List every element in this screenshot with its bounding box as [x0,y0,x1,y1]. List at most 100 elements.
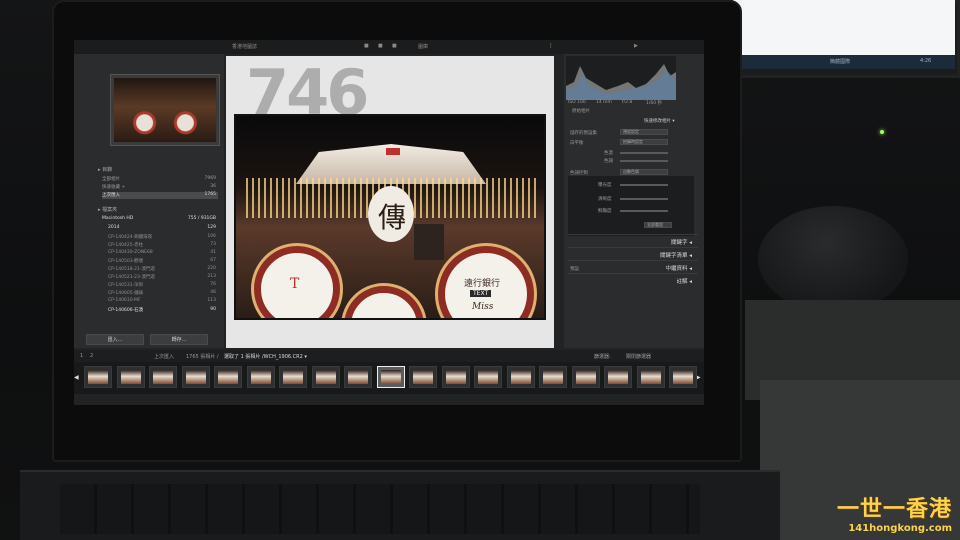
folder-row[interactable]: 2014 129 [108,225,218,232]
page-1[interactable]: 1 [80,353,83,359]
main-photo[interactable]: 傳 T 遠行銀行 TEXT Miss [234,114,546,320]
tint-control[interactable] [620,160,668,162]
navigator-preview[interactable] [110,74,220,146]
watermark: 一世一香港 141hongkong.com [837,491,952,534]
photo-right-circle-text: 遠行銀行 [464,279,501,289]
filmstrip-thumb[interactable] [214,366,242,388]
temp-control[interactable] [620,152,668,154]
filmstrip-thumb[interactable] [246,366,275,388]
navigator-image [114,78,216,142]
folder-row[interactable]: CP-140430-ZONE68 41 [108,250,218,257]
histogram[interactable] [566,56,676,100]
drive-row[interactable]: Macintosh HD 755 / 931GB [102,216,218,223]
thumb-image [120,370,141,384]
thumb-image [413,370,433,384]
white-balance-select[interactable]: 拍攝時設定 [620,139,668,145]
section-divider [568,247,698,248]
filmstrip-left-arrow[interactable]: ◀ [74,374,79,381]
module-more[interactable]: ▶ [634,43,638,49]
catalog-item[interactable]: 全部相片 7969 [102,176,218,183]
folders-header[interactable]: ▸ 檔案夾 [98,206,117,213]
folder-row-selected[interactable]: CP-140606-石澳 90 [108,307,218,314]
export-button[interactable]: 轉存... [150,334,208,345]
keywording-section[interactable]: 關鍵字 ◂ [671,238,692,246]
catalog-item[interactable]: 快速收藏 +36 [102,184,218,191]
catalog-item-selected[interactable]: 上次匯入 1765 [102,192,218,199]
thumb-image [575,370,596,384]
photo-left-circle-text: T [290,276,300,292]
folder-row[interactable]: CP-140521-23-澳門遊 213 [108,274,218,281]
photo-dark-panel [414,224,444,260]
filmstrip-thumb[interactable] [669,366,697,388]
section-divider [568,234,698,235]
metadata-section[interactable]: 中繼資料 ◂ [665,264,692,272]
thumb-image [153,370,173,384]
filmstrip-thumb[interactable] [409,366,437,388]
module-map[interactable]: ■ [392,43,397,49]
folder-row[interactable]: CP-140503-觀塘 67 [108,258,218,265]
white-balance-label: 白平衡 [570,141,584,146]
module-bar: 香港地圖誌 ■ ■ ■ 圖庫 ▶ | [74,40,704,54]
module-divider: | [550,43,552,49]
source-label[interactable]: 上次匯入 [154,353,174,360]
filmstrip-thumb-selected[interactable] [376,366,405,388]
module-develop[interactable]: ■ [378,43,383,49]
exposure-control[interactable] [620,184,668,186]
thumb-image [185,370,206,384]
lightroom-window: 香港地圖誌 ■ ■ ■ 圖庫 ▶ | ▸ 目錄 全部相片 7969 快速收藏 +3… [74,40,704,405]
filmstrip-thumb[interactable] [149,366,177,388]
filmstrip-thumb[interactable] [571,366,600,388]
filmstrip-thumb[interactable] [84,366,112,388]
page-2[interactable]: 2 [90,353,93,359]
thumb-image [380,370,401,384]
keyword-list-section[interactable]: 關鍵字清單 ◂ [660,251,692,259]
filmstrip-thumb[interactable] [604,366,632,388]
saved-preset-select[interactable]: 預設設定 [620,129,668,135]
folder-row[interactable]: CP-140424-銅鑼灣夜 106 [108,234,218,241]
filmstrip-thumb[interactable] [116,366,145,388]
histogram-graph [566,64,676,100]
filmstrip[interactable]: ◀ ▶ [74,362,704,394]
clarity-control[interactable] [620,198,668,200]
quick-develop-header[interactable]: 快速修改相片 ▾ [644,118,675,124]
reset-all-button[interactable]: 全部重設 [644,222,672,228]
thumb-image [250,370,271,384]
metadata-preset-select[interactable]: 預設 [570,266,579,272]
status-led [880,130,884,134]
import-button[interactable]: 匯入... [86,334,144,345]
filter-select[interactable]: 關閉篩選器 [626,353,651,360]
folder-row[interactable]: CP-140531-深圳 76 [108,282,218,289]
folder-row[interactable]: CP-140605-鐘錶 46 [108,290,218,297]
module-current[interactable]: 圖庫 [418,43,428,50]
vibrance-control[interactable] [620,210,668,212]
filmstrip-thumb[interactable] [539,366,567,388]
filmstrip-thumb[interactable] [636,366,665,388]
filmstrip-header: 1 2 上次匯入 1765 張相片 / 選取了 1 張相片 /WCH_1906.… [74,350,704,362]
loupe-view[interactable]: 746 傳 T 遠行銀行 TEXT Miss [226,56,554,348]
thumb-image [640,370,661,384]
thumb-image [608,370,628,384]
auto-tone-button[interactable]: 自動色調 [620,169,668,175]
catalog-header[interactable]: ▸ 目錄 [98,166,112,173]
laptop-keys [60,484,700,534]
histogram-value: 14 mm [596,100,612,105]
filmstrip-thumb[interactable] [441,366,470,388]
filmstrip-thumb[interactable] [344,366,372,388]
left-panel: ▸ 目錄 全部相片 7969 快速收藏 +36 上次匯入 1765 ▸ 檔案夾 Ma… [74,54,224,348]
folder-row[interactable]: CP-140518-21-澳門遊 220 [108,266,218,273]
module-library[interactable]: ■ [364,43,369,49]
folder-row[interactable]: CP-140425-赤柱 73 [108,242,218,249]
selection-info[interactable]: 選取了 1 張相片 /WCH_1906.CR2 ▾ [224,353,307,360]
filmstrip-thumb[interactable] [279,366,307,388]
external-monitor-screen [733,0,955,62]
comments-section[interactable]: 註解 ◂ [676,277,692,285]
filmstrip-thumb[interactable] [506,366,535,388]
watermark-sub: 141hongkong.com [848,523,952,534]
taskbar-clock: 4:26 [920,58,932,64]
filmstrip-thumb[interactable] [311,366,340,388]
filmstrip-thumb[interactable] [181,366,210,388]
filmstrip-thumb[interactable] [474,366,502,388]
folder-row[interactable]: CP-140610-MF 113 [108,298,218,305]
watermark-main: 一世一香港 [836,497,952,522]
saved-preset-label: 儲存的預設集 [570,131,597,136]
